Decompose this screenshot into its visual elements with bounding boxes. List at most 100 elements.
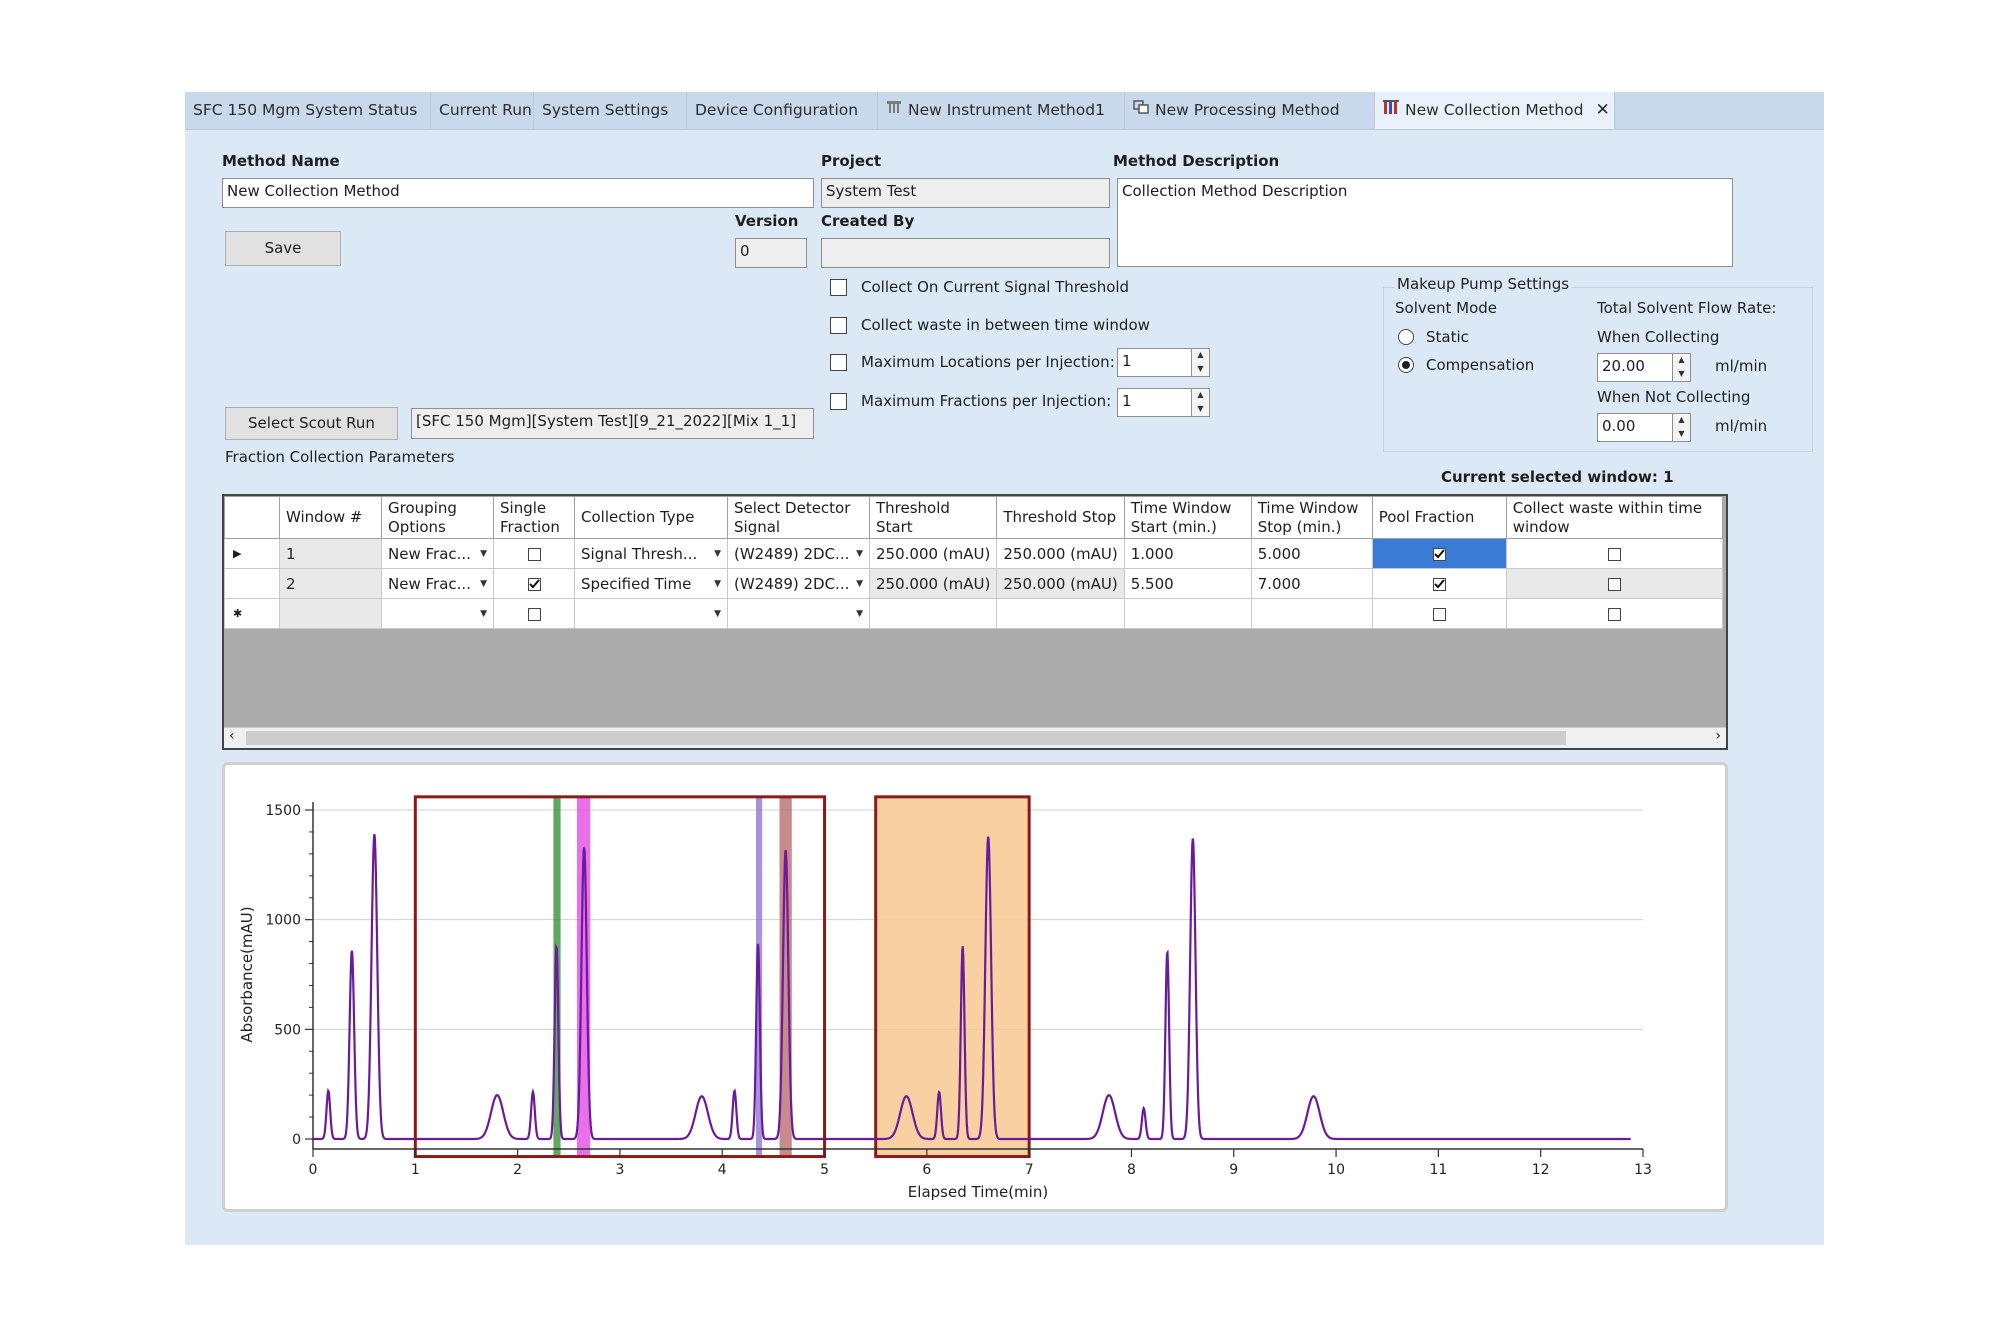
scrollbar-thumb[interactable] bbox=[246, 731, 1566, 745]
time-window-start-cell[interactable]: 1.000 bbox=[1123, 538, 1252, 569]
spin-up-icon[interactable]: ▲ bbox=[1673, 354, 1690, 368]
pool-fraction-checkbox[interactable] bbox=[1432, 607, 1446, 621]
pool-fraction-cell[interactable] bbox=[1371, 538, 1507, 569]
column-header[interactable]: Time Window Start (min.) bbox=[1123, 496, 1252, 539]
scout-run-field[interactable]: [SFC 150 Mgm][System Test][9_21_2022][Mi… bbox=[411, 408, 814, 439]
max-locations-option[interactable]: Maximum Locations per Injection: bbox=[830, 353, 1115, 371]
spin-up-icon[interactable]: ▲ bbox=[1192, 349, 1209, 363]
table-row[interactable]: ▶ 1 New Frac... ▼ Signal Thresh... ▼ (W248… bbox=[224, 538, 1723, 569]
detector-signal-cell[interactable]: (W2489) 2DC... ▼ bbox=[727, 538, 870, 569]
chevron-down-icon[interactable]: ▼ bbox=[856, 609, 863, 619]
column-header[interactable]: Collection Type bbox=[574, 496, 728, 539]
select-scout-run-button[interactable]: Select Scout Run bbox=[225, 407, 398, 440]
collect-waste-checkbox[interactable] bbox=[1607, 607, 1621, 621]
window-number-cell[interactable]: 2 bbox=[279, 568, 382, 599]
new-row[interactable]: ✱ ▼ ▼ ▼ bbox=[224, 598, 1723, 629]
window-number-cell[interactable] bbox=[279, 598, 382, 629]
threshold-start-cell[interactable]: 250.000 (mAU) bbox=[868, 538, 998, 569]
pool-fraction-checkbox[interactable] bbox=[1432, 547, 1446, 561]
spin-up-icon[interactable]: ▲ bbox=[1673, 414, 1690, 428]
max-fractions-checkbox[interactable] bbox=[830, 392, 847, 410]
created-by-field[interactable] bbox=[821, 238, 1110, 268]
spinner-arrows[interactable]: ▲ ▼ bbox=[1673, 353, 1691, 382]
save-button[interactable]: Save bbox=[225, 231, 341, 266]
chevron-down-icon[interactable]: ▼ bbox=[714, 549, 721, 559]
collect-waste-checkbox[interactable] bbox=[1607, 577, 1621, 591]
tab-new-collection-method[interactable]: New Collection Method ✕ bbox=[1375, 92, 1615, 129]
pool-fraction-checkbox[interactable] bbox=[1432, 577, 1446, 591]
column-header[interactable]: Time Window Stop (min.) bbox=[1250, 496, 1373, 539]
max-locations-spinner[interactable]: 1 ▲ ▼ bbox=[1117, 348, 1210, 377]
column-header[interactable]: Grouping Options bbox=[381, 496, 494, 539]
spinner-arrows[interactable]: ▲ ▼ bbox=[1192, 388, 1210, 417]
when-collecting-spinner[interactable]: 20.00 ▲ ▼ bbox=[1597, 353, 1691, 382]
collect-waste-cell[interactable] bbox=[1505, 568, 1723, 599]
max-fractions-input[interactable]: 1 bbox=[1117, 388, 1192, 417]
static-radio[interactable] bbox=[1398, 329, 1414, 345]
tab-system-status[interactable]: SFC 150 Mgm System Status bbox=[185, 92, 431, 129]
column-header[interactable]: Threshold Stop bbox=[996, 496, 1125, 539]
time-window-stop-cell[interactable]: 7.000 bbox=[1250, 568, 1373, 599]
scroll-left-icon[interactable]: ‹ bbox=[229, 728, 235, 744]
spin-up-icon[interactable]: ▲ bbox=[1192, 389, 1209, 403]
chevron-down-icon[interactable]: ▼ bbox=[480, 609, 487, 619]
single-fraction-checkbox[interactable] bbox=[527, 607, 541, 621]
horizontal-scrollbar[interactable]: ‹ › bbox=[224, 727, 1726, 748]
column-header[interactable]: Pool Fraction bbox=[1371, 496, 1507, 539]
spinner-arrows[interactable]: ▲ ▼ bbox=[1192, 348, 1210, 377]
tab-new-instrument-method[interactable]: New Instrument Method1 bbox=[878, 92, 1125, 129]
time-window-start-cell[interactable]: 5.500 bbox=[1123, 568, 1252, 599]
tab-current-run[interactable]: Current Run bbox=[431, 92, 534, 129]
when-not-collecting-spinner[interactable]: 0.00 ▲ ▼ bbox=[1597, 413, 1691, 442]
tab-system-settings[interactable]: System Settings bbox=[534, 92, 687, 129]
static-radio-option[interactable]: Static bbox=[1398, 328, 1469, 346]
collect-on-threshold-option[interactable]: Collect On Current Signal Threshold bbox=[830, 278, 1129, 296]
column-header[interactable]: Window # bbox=[279, 496, 382, 539]
collect-waste-checkbox[interactable] bbox=[1607, 547, 1621, 561]
chevron-down-icon[interactable]: ▼ bbox=[856, 579, 863, 589]
threshold-start-cell[interactable] bbox=[868, 598, 998, 629]
method-name-input[interactable]: New Collection Method bbox=[222, 178, 814, 208]
spin-down-icon[interactable]: ▼ bbox=[1673, 368, 1690, 382]
single-fraction-cell[interactable] bbox=[493, 568, 575, 599]
detector-signal-cell[interactable]: ▼ bbox=[727, 598, 870, 629]
threshold-start-cell[interactable]: 250.000 (mAU) bbox=[868, 568, 998, 599]
collection-type-cell[interactable]: Specified Time ▼ bbox=[574, 568, 728, 599]
time-window-start-cell[interactable] bbox=[1123, 598, 1252, 629]
collect-waste-between-checkbox[interactable] bbox=[830, 316, 847, 334]
compensation-radio[interactable] bbox=[1398, 357, 1414, 373]
chevron-down-icon[interactable]: ▼ bbox=[714, 609, 721, 619]
collect-on-threshold-checkbox[interactable] bbox=[830, 278, 847, 296]
threshold-stop-cell[interactable]: 250.000 (mAU) bbox=[996, 538, 1125, 569]
tab-device-configuration[interactable]: Device Configuration bbox=[687, 92, 878, 129]
grouping-cell[interactable]: ▼ bbox=[381, 598, 494, 629]
single-fraction-cell[interactable] bbox=[493, 598, 575, 629]
chevron-down-icon[interactable]: ▼ bbox=[480, 549, 487, 559]
chevron-down-icon[interactable]: ▼ bbox=[856, 549, 863, 559]
pool-fraction-cell[interactable] bbox=[1371, 598, 1507, 629]
chevron-down-icon[interactable]: ▼ bbox=[714, 579, 721, 589]
collect-waste-cell[interactable] bbox=[1505, 538, 1723, 569]
spin-down-icon[interactable]: ▼ bbox=[1673, 428, 1690, 442]
column-header[interactable]: Threshold Start bbox=[868, 496, 998, 539]
detector-signal-cell[interactable]: (W2489) 2DC... ▼ bbox=[727, 568, 870, 599]
collect-waste-between-option[interactable]: Collect waste in between time window bbox=[830, 316, 1150, 334]
max-locations-input[interactable]: 1 bbox=[1117, 348, 1192, 377]
method-description-input[interactable]: Collection Method Description bbox=[1117, 178, 1733, 267]
close-icon[interactable]: ✕ bbox=[1595, 100, 1609, 120]
tab-new-processing-method[interactable]: New Processing Method bbox=[1125, 92, 1375, 129]
time-window-stop-cell[interactable] bbox=[1250, 598, 1373, 629]
new-row-icon[interactable]: ✱ bbox=[224, 598, 280, 629]
pool-fraction-cell[interactable] bbox=[1371, 568, 1507, 599]
chevron-down-icon[interactable]: ▼ bbox=[480, 579, 487, 589]
when-not-collecting-input[interactable]: 0.00 bbox=[1597, 413, 1673, 442]
project-field[interactable]: System Test bbox=[821, 178, 1110, 208]
spinner-arrows[interactable]: ▲ ▼ bbox=[1673, 413, 1691, 442]
row-header[interactable] bbox=[224, 568, 280, 599]
threshold-stop-cell[interactable]: 250.000 (mAU) bbox=[996, 568, 1125, 599]
compensation-radio-option[interactable]: Compensation bbox=[1398, 356, 1534, 374]
grouping-cell[interactable]: New Frac... ▼ bbox=[381, 568, 494, 599]
column-header[interactable]: Select Detector Signal bbox=[727, 496, 870, 539]
single-fraction-checkbox[interactable] bbox=[527, 547, 541, 561]
max-fractions-spinner[interactable]: 1 ▲ ▼ bbox=[1117, 388, 1210, 417]
